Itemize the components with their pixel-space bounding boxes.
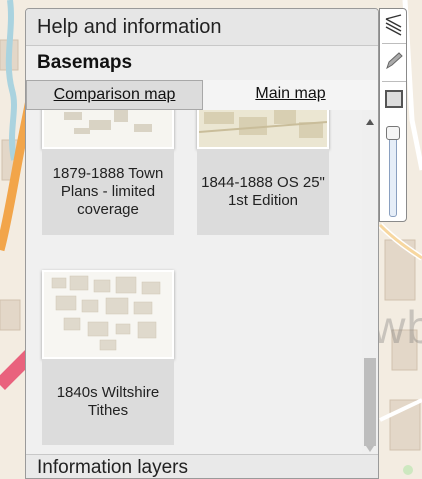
basemap-thumbnail[interactable]	[42, 110, 174, 149]
opacity-slider-handle[interactable]	[386, 126, 400, 140]
side-panel: Help and information Basemaps Comparison…	[25, 8, 379, 479]
tab-comparison-map[interactable]: Comparison map	[26, 80, 203, 110]
section-title-information-layers[interactable]: Information layers	[26, 454, 378, 478]
scroll-up-icon[interactable]	[366, 119, 374, 125]
basemap-caption: 1840s Wiltshire Tithes	[42, 359, 174, 445]
toolbar-divider	[382, 81, 406, 82]
panel-title[interactable]: Help and information	[26, 9, 378, 46]
basemap-caption: 1844-1888 OS 25" 1st Edition	[197, 149, 329, 235]
basemap-card-town-plans[interactable]: 1879-1888 Town Plans - limited coverage	[42, 110, 174, 235]
basemap-card-wiltshire-tithes[interactable]: 1840s Wiltshire Tithes	[42, 270, 174, 445]
basemap-thumbnail[interactable]	[197, 110, 329, 149]
toolbar-divider	[382, 43, 406, 44]
opacity-slider-track[interactable]	[389, 133, 397, 217]
basemap-list-scrollbar[interactable]	[362, 110, 378, 454]
section-title-basemaps[interactable]: Basemaps	[26, 46, 378, 80]
tab-main-map[interactable]: Main map	[203, 80, 378, 110]
basemap-tabs: Comparison map Main map	[26, 80, 378, 110]
square-icon[interactable]	[383, 85, 405, 113]
pencil-icon[interactable]	[383, 47, 405, 75]
basemap-list[interactable]: 1879-1888 Town Plans - limited coverage	[26, 110, 378, 454]
scroll-down-icon[interactable]	[366, 446, 374, 452]
scrollbar-thumb[interactable]	[364, 358, 376, 446]
basemap-caption: 1879-1888 Town Plans - limited coverage	[42, 149, 174, 235]
basemap-card-os-25-inch[interactable]: 1844-1888 OS 25" 1st Edition	[197, 110, 329, 235]
layers-icon[interactable]	[383, 11, 405, 39]
map-toolbar	[379, 8, 407, 222]
basemap-thumbnail[interactable]	[42, 270, 174, 359]
